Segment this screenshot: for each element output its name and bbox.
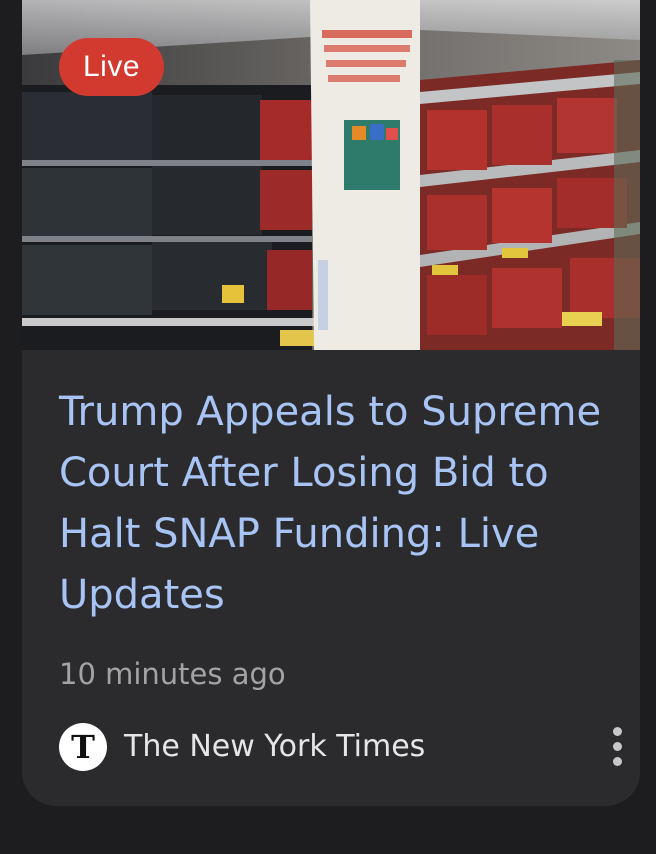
source-name: The New York Times [124,729,426,764]
article-headline[interactable]: Trump Appeals to Supreme Court After Los… [59,382,619,626]
more-vert-icon [613,727,622,736]
live-badge: Live [59,38,165,96]
news-card[interactable]: Live Trump Appeals to Supreme Court Afte… [22,0,640,806]
nyt-logo-icon: T [59,723,107,771]
source-row: T The New York Times [59,722,622,772]
more-vert-icon-dot [613,742,622,751]
more-vert-icon-dot [613,757,622,766]
more-options-button[interactable] [603,724,633,770]
timestamp: 10 minutes ago [59,657,286,691]
article-thumbnail[interactable]: Live [22,0,640,350]
